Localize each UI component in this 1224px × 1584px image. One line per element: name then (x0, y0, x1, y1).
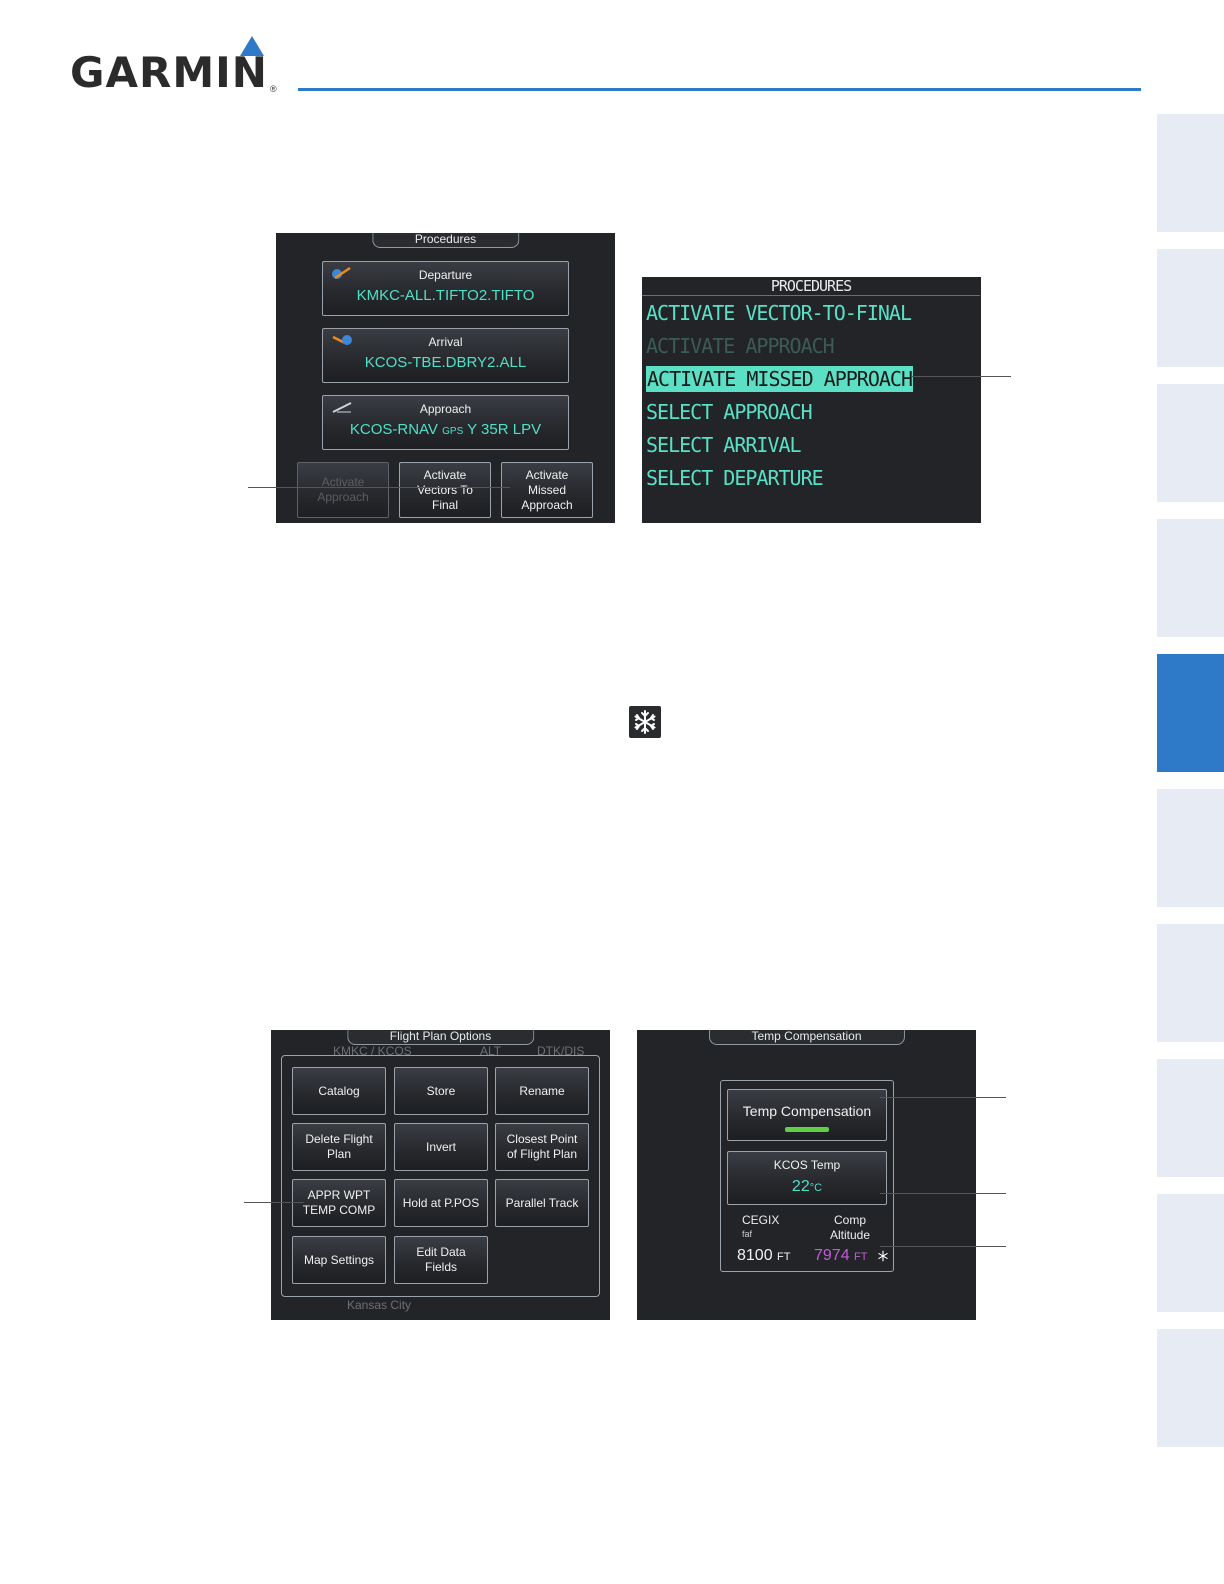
approach-icon (332, 402, 352, 413)
snowflake-glyph-icon (634, 710, 656, 734)
rename-button[interactable]: Rename (495, 1067, 589, 1115)
toggle-on-indicator (785, 1127, 829, 1132)
procedures-touch-panel: Procedures Departure KMKC-ALL.TIFTO2.TIF… (276, 233, 615, 523)
activate-vectors-to-final-button[interactable]: Activate Vectors To Final (399, 462, 491, 518)
temp-comp-box: Temp Compensation KCOS Temp 22°C CEGIX f… (720, 1080, 894, 1272)
callout-leader-kcos-temp (880, 1193, 1006, 1194)
departure-icon (332, 266, 351, 280)
flight-plan-options-title: Flight Plan Options (346, 1030, 535, 1045)
catalog-button[interactable]: Catalog (292, 1067, 386, 1115)
list-item-select-approach[interactable]: SELECT APPROACH (646, 399, 813, 425)
edit-data-fields-button[interactable]: Edit Data Fields (394, 1236, 488, 1284)
procedures-title: Procedures (371, 233, 520, 248)
snowflake-icon (629, 706, 661, 738)
callout-leader-missed-approach-list (912, 376, 1011, 377)
side-tab-3[interactable] (1157, 384, 1224, 502)
temp-compensation-panel: Temp Compensation Temp Compensation KCOS… (637, 1030, 976, 1320)
temp-compensation-title: Temp Compensation (708, 1030, 905, 1045)
comp-altitude-value: 7974 FT (814, 1247, 868, 1264)
waypoint-altitude: 8100 FT (737, 1247, 791, 1264)
activate-approach-button[interactable]: Activate Approach (297, 462, 389, 518)
side-tab-1[interactable] (1157, 114, 1224, 232)
flight-plan-options-panel: Flight Plan Options KMKC / KCOS ALT DTK/… (271, 1030, 610, 1320)
side-tab-2[interactable] (1157, 249, 1224, 367)
approach-button[interactable]: Approach KCOS-RNAV GPS Y 35R LPV (322, 395, 569, 450)
procedures-list-panel: PROCEDURES ACTIVATE VECTOR-TO-FINAL ACTI… (642, 277, 981, 523)
hold-at-ppos-button[interactable]: Hold at P.POS (394, 1179, 488, 1227)
approach-value: KCOS-RNAV GPS Y 35R LPV (349, 421, 542, 438)
appr-wpt-temp-comp-button[interactable]: APPR WPT TEMP COMP (292, 1179, 386, 1227)
waypoint-type: faf (742, 1229, 753, 1239)
arrival-icon (332, 335, 352, 345)
callout-leader-activate-missed (248, 487, 510, 488)
store-button[interactable]: Store (394, 1067, 488, 1115)
parallel-track-button[interactable]: Parallel Track (495, 1179, 589, 1227)
side-tab-9[interactable] (1157, 1194, 1224, 1312)
side-tab-5-active[interactable] (1157, 654, 1224, 772)
garmin-logo: GARMIN (70, 48, 268, 97)
list-item-activate-vector-to-final[interactable]: ACTIVATE VECTOR-TO-FINAL (646, 300, 912, 326)
list-item-activate-approach[interactable]: ACTIVATE APPROACH (646, 333, 835, 359)
callout-leader-temp-toggle (880, 1097, 1006, 1098)
map-settings-button[interactable]: Map Settings (292, 1236, 386, 1284)
activate-missed-approach-button[interactable]: Activate Missed Approach (501, 462, 593, 518)
list-item-activate-missed-approach[interactable]: ACTIVATE MISSED APPROACH (646, 366, 913, 392)
side-tab-10[interactable] (1157, 1329, 1224, 1447)
invert-button[interactable]: Invert (394, 1123, 488, 1171)
list-item-select-departure[interactable]: SELECT DEPARTURE (646, 465, 824, 491)
kcos-temp-button[interactable]: KCOS Temp 22°C (727, 1151, 887, 1205)
arrival-button[interactable]: Arrival KCOS-TBE.DBRY2.ALL (322, 328, 569, 383)
temp-compensation-toggle[interactable]: Temp Compensation (727, 1089, 887, 1141)
temp-comp-snowflake-icon (878, 1250, 888, 1262)
delete-flight-plan-button[interactable]: Delete Flight Plan (292, 1123, 386, 1171)
procedures-list-title: PROCEDURES (642, 277, 980, 296)
comp-altitude-label: Comp Altitude (829, 1213, 871, 1242)
side-tab-6[interactable] (1157, 789, 1224, 907)
callout-leader-appr-wpt (244, 1202, 304, 1203)
registered-mark: ® (270, 84, 277, 94)
side-tab-4[interactable] (1157, 519, 1224, 637)
departure-button[interactable]: Departure KMKC-ALL.TIFTO2.TIFTO (322, 261, 569, 316)
callout-leader-comp-altitude (880, 1246, 1006, 1247)
closest-point-button[interactable]: Closest Point of Flight Plan (495, 1123, 589, 1171)
ghost-city: Kansas City (347, 1298, 412, 1312)
waypoint-name: CEGIX (742, 1213, 780, 1227)
header-rule (298, 88, 1141, 91)
garmin-logo-triangle-icon (240, 36, 264, 56)
side-tab-7[interactable] (1157, 924, 1224, 1042)
temp-value: 22°C (791, 1178, 823, 1195)
options-popup: Catalog Store Rename Delete Flight Plan … (281, 1055, 600, 1297)
side-tab-8[interactable] (1157, 1059, 1224, 1177)
list-item-select-arrival[interactable]: SELECT ARRIVAL (646, 432, 802, 458)
